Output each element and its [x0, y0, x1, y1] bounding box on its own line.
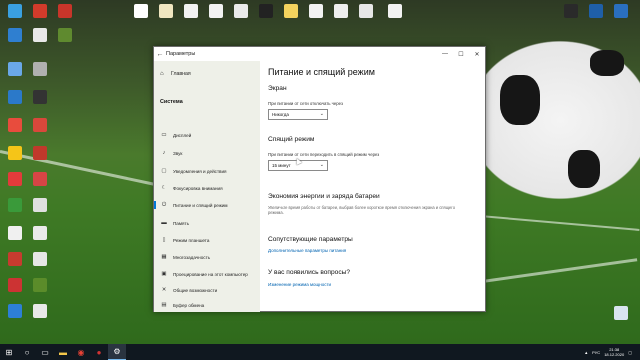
question-heading: У вас появились вопросы?: [268, 269, 351, 276]
chevron-down-icon: ⌄: [319, 162, 324, 168]
ball-patch: [590, 50, 624, 76]
dropdown-value: 15 минут: [272, 163, 291, 168]
start-button[interactable]: ⊞: [0, 344, 18, 360]
recording-app-icon[interactable]: ●: [90, 344, 108, 360]
title-bar: ← Параметры — ☐ ✕: [154, 47, 485, 61]
clock-date: 18.12.2020: [604, 352, 625, 357]
desktop-icon[interactable]: [25, 172, 55, 186]
shared-experiences-icon: ✕: [161, 287, 167, 293]
sidebar-item-focus[interactable]: ☾ Фокусировка внимания: [154, 182, 260, 194]
recycle-bin-icon[interactable]: [606, 306, 636, 320]
desktop-icon[interactable]: [25, 198, 55, 212]
home-icon: ⌂: [160, 71, 164, 77]
focus-icon: ☾: [161, 185, 167, 191]
sidebar-item-label: Память: [173, 220, 189, 226]
search-icon[interactable]: ○: [18, 344, 36, 360]
sidebar-item-label: Уведомления и действия: [173, 168, 227, 174]
sidebar-item-tablet[interactable]: ▯ Режим планшета: [154, 234, 260, 246]
sidebar-item-label: Дисплей: [173, 132, 192, 138]
battery-heading: Экономия энергии и заряда батареи: [268, 193, 380, 200]
chevron-down-icon: ⌄: [319, 111, 324, 117]
clipboard-icon: ▤: [161, 302, 167, 308]
settings-content: Питание и спящий режим Экран При питании…: [268, 61, 478, 312]
sidebar-item-label: Режим планшета: [173, 237, 210, 243]
notification-center-icon[interactable]: ▢: [628, 350, 632, 355]
projecting-icon: ▣: [161, 271, 167, 277]
maximize-button[interactable]: ☐: [453, 51, 469, 58]
sound-icon: ♪: [162, 150, 166, 156]
desktop-icon[interactable]: [25, 304, 55, 318]
sidebar-item-label: Звук: [173, 150, 183, 156]
sidebar-item-shared[interactable]: ✕ Общие возможности: [154, 284, 260, 296]
desktop-icon[interactable]: [25, 252, 55, 266]
additional-power-settings-link[interactable]: Дополнительные параметры питания: [268, 248, 346, 253]
language-indicator[interactable]: РУС: [592, 350, 600, 355]
related-settings-heading: Сопутствующие параметры: [268, 236, 353, 243]
sidebar-item-label: Питание и спящий режим: [173, 202, 228, 208]
sleep-heading: Спящий режим: [268, 136, 315, 143]
sidebar-item-label: Фокусировка внимания: [173, 185, 223, 191]
storage-icon: ▬: [161, 220, 167, 226]
desktop-icon[interactable]: [25, 146, 55, 160]
sidebar-item-label: Общие возможности: [173, 287, 218, 293]
power-icon: ⏻: [161, 201, 167, 208]
sidebar-item-sound[interactable]: ♪ Звук: [154, 147, 260, 159]
chrome-icon[interactable]: ◉: [72, 344, 90, 360]
battery-description: Увеличьте время работы от батареи, выбра…: [268, 205, 455, 215]
system-tray: ▲ РУС 21:38 18.12.2020 ▢: [584, 344, 632, 360]
minimize-button[interactable]: —: [437, 51, 453, 57]
desktop-icon[interactable]: [606, 4, 636, 18]
desktop-icon[interactable]: [25, 118, 55, 132]
network-icon[interactable]: ▲: [584, 350, 588, 355]
desktop-icon[interactable]: [50, 4, 80, 18]
settings-taskbar-icon[interactable]: ⚙: [108, 344, 126, 360]
sidebar-item-display[interactable]: ▭ Дисплей: [154, 129, 260, 141]
sidebar-section-heading: Система: [160, 99, 183, 105]
page-title: Питание и спящий режим: [268, 67, 375, 77]
desktop-icon[interactable]: [25, 90, 55, 104]
sidebar-item-projecting[interactable]: ▣ Проецирование на этот компьютер: [154, 268, 260, 280]
sidebar-item-multitasking[interactable]: ▦ Многозадачность: [154, 251, 260, 263]
back-arrow-icon[interactable]: ←: [154, 51, 166, 58]
desktop-icon[interactable]: [50, 28, 80, 42]
ball-patch: [568, 150, 600, 188]
screen-timeout-label: При питании от сети отключать через: [268, 101, 343, 106]
sidebar-item-clipboard[interactable]: ▤ Буфер обмена: [154, 299, 260, 311]
sidebar-item-label: Буфер обмена: [173, 302, 205, 308]
sidebar-item-storage[interactable]: ▬ Память: [154, 217, 260, 229]
notifications-icon: ▢: [161, 168, 167, 174]
taskbar: ⊞ ○ ▭ ▬ ◉ ● ⚙ ▲ РУС 21:38 18.12.2020 ▢: [0, 344, 640, 360]
sidebar-item-notifications[interactable]: ▢ Уведомления и действия: [154, 165, 260, 177]
sidebar-item-label: Многозадачность: [173, 254, 211, 260]
power-mode-link[interactable]: Изменение режима мощности: [268, 282, 331, 287]
sleep-timeout-label: При питании от сети переходить в спящий …: [268, 152, 380, 157]
nav-home-label: Главная: [171, 71, 191, 77]
desktop-icon[interactable]: [25, 62, 55, 76]
screen-timeout-dropdown[interactable]: Никогда ⌄: [268, 109, 328, 120]
settings-sidebar: ⌂ Главная Система ▭ Дисплей ♪ Звук ▢ Уве…: [154, 61, 260, 312]
sidebar-item-power[interactable]: ⏻ Питание и спящий режим: [154, 199, 260, 211]
desktop-icon[interactable]: [380, 4, 410, 18]
desktop-icon[interactable]: [25, 226, 55, 240]
nav-home[interactable]: ⌂ Главная: [160, 71, 191, 77]
close-button[interactable]: ✕: [469, 51, 485, 58]
task-view-icon[interactable]: ▭: [36, 344, 54, 360]
file-explorer-icon[interactable]: ▬: [54, 344, 72, 360]
settings-window: ← Параметры — ☐ ✕ ⌂ Главная Система ▭ Ди…: [153, 46, 486, 312]
window-title: Параметры: [166, 51, 196, 57]
dropdown-value: Никогда: [272, 112, 289, 117]
desktop-icon[interactable]: [25, 278, 55, 292]
field-line: [479, 215, 640, 231]
sidebar-item-label: Проецирование на этот компьютер: [173, 271, 248, 277]
display-icon: ▭: [161, 132, 167, 138]
multitasking-icon: ▦: [161, 254, 167, 260]
desktop-icon[interactable]: [351, 4, 381, 18]
clock[interactable]: 21:38 18.12.2020: [604, 347, 624, 357]
tablet-icon: ▯: [162, 237, 166, 243]
ball-patch: [500, 75, 540, 125]
screen-heading: Экран: [268, 85, 287, 92]
